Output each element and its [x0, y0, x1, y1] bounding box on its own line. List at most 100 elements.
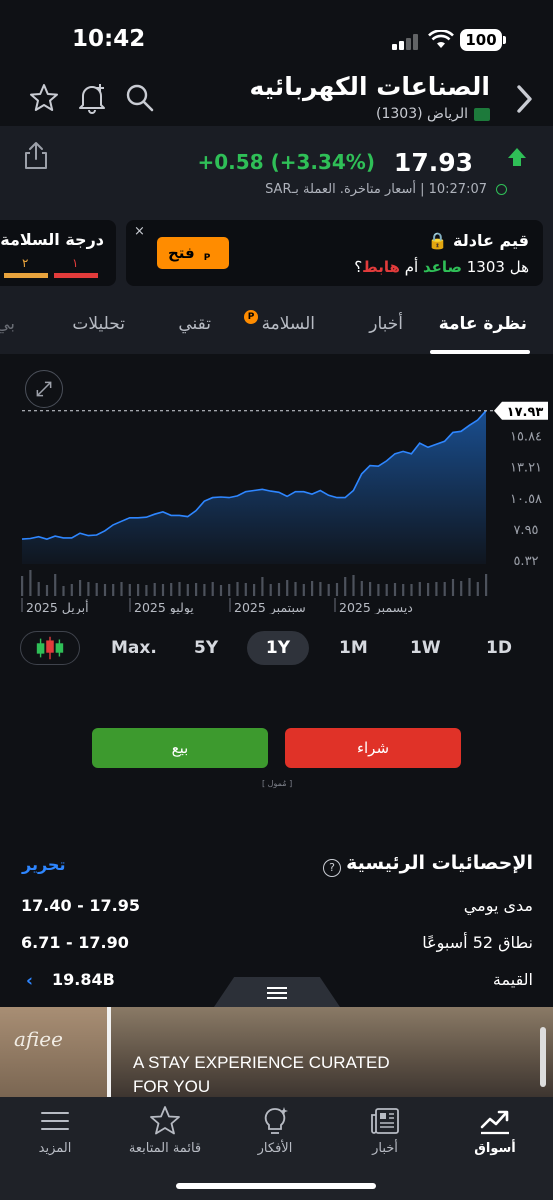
volume-bar: [360, 581, 363, 596]
edit-stats-link[interactable]: تحرير: [22, 855, 65, 874]
price-chart[interactable]: ١٥.٨٤ ١٣.٢١ ١٠.٥٨ ٧.٩٥ ٥.٣٢ أبريل 2025 يوليو …: [0, 354, 553, 616]
instrument-title: الصناعات الكهربائيه: [249, 72, 490, 101]
volume-bar: [335, 583, 339, 596]
tab-more[interactable]: بي: [0, 314, 15, 334]
quote-panel: +0.58 (+3.34%) 17.93 10:27:07 | أسعار مت…: [0, 126, 553, 214]
volume-bar: [178, 582, 181, 596]
safety-bar-orange: [4, 273, 48, 278]
safety-bar-red: [54, 273, 98, 278]
range-5y-button[interactable]: 5Y: [194, 638, 218, 658]
volume-bar: [294, 582, 297, 596]
chevron-right-icon[interactable]: [512, 82, 536, 116]
battery-tip: [503, 36, 506, 44]
volume-bar: [253, 584, 256, 596]
nav-markets[interactable]: أسواق: [440, 1097, 550, 1177]
sell-button[interactable]: بيع: [92, 728, 268, 768]
tab-safety[interactable]: السلامة: [262, 314, 315, 334]
volume-bar: [451, 579, 455, 596]
menu-icon: [41, 1112, 69, 1130]
fair-value-question: هل 1303 صاعد أم هابط؟: [354, 258, 529, 276]
safety-score-1: ١: [72, 256, 79, 270]
safety-score-2: ٢: [22, 256, 29, 270]
chevron-left-icon[interactable]: ‹: [26, 971, 33, 991]
volume-bar: [269, 584, 272, 596]
x-tick-label: أبريل 2025: [26, 599, 89, 614]
volume-bar: [352, 575, 355, 596]
buy-button[interactable]: شراء: [285, 728, 461, 768]
range-1m-button[interactable]: 1M: [339, 638, 368, 658]
open-fair-value-button[interactable]: فتح P: [157, 237, 229, 269]
volume-bar: [79, 580, 82, 596]
volume-bar: [153, 583, 156, 596]
open-button-label: فتح: [168, 244, 195, 262]
question-prefix: هل 1303: [466, 258, 529, 276]
search-icon[interactable]: [124, 82, 156, 114]
tab-overview[interactable]: نظرة عامة: [439, 314, 527, 334]
safety-card-title: درجة السلامة: [0, 230, 104, 249]
volume-bar: [228, 584, 231, 596]
tab-news[interactable]: أخبار: [369, 314, 403, 334]
ad-image-left: [0, 1007, 107, 1097]
nav-more-label: المزيد: [38, 1141, 72, 1156]
range-max-button[interactable]: Max.: [111, 638, 157, 658]
volume-bar: [161, 584, 165, 596]
volume-bar: [103, 584, 107, 596]
volume-bar: [236, 582, 239, 596]
y-tick-label: ١٣.٢١: [510, 461, 542, 476]
expand-chart-icon[interactable]: [25, 370, 63, 408]
tab-analysis[interactable]: تحليلات: [72, 314, 125, 334]
volume-bar: [145, 585, 148, 596]
fair-value-card[interactable]: × فتح P قيم عادلة 🔒 هل 1303 صاعد أم هابط…: [126, 220, 543, 286]
ad-headline-line-2: FOR YOU: [133, 1077, 211, 1096]
range-1y-button[interactable]: 1Y: [247, 631, 309, 665]
question-down-word: هابط: [362, 258, 400, 276]
volume-bar: [21, 576, 24, 596]
close-icon[interactable]: ×: [134, 224, 145, 239]
volume-bar: [211, 582, 214, 596]
status-time: 10:42: [72, 26, 146, 52]
star-icon: [150, 1106, 180, 1135]
volume-bar: [261, 577, 264, 596]
star-icon[interactable]: [28, 82, 60, 114]
nav-ideas[interactable]: الأفكار: [220, 1097, 330, 1177]
volume-bar: [29, 570, 32, 596]
volume-bar: [37, 582, 40, 596]
nav-more[interactable]: المزيد: [0, 1097, 110, 1177]
y-tick-label: ١٠.٥٨: [510, 492, 542, 507]
stat-market-value-label: القيمة: [492, 970, 533, 989]
stat-daily-range-value: 17.40 - 17.95: [21, 896, 140, 915]
range-1w-button[interactable]: 1W: [410, 638, 441, 658]
volume-bar: [244, 583, 247, 596]
tab-safety-pro-badge-icon: P: [244, 310, 258, 324]
nav-news[interactable]: أخبار: [330, 1097, 440, 1177]
quote-meta: 10:27:07 | أسعار متاخرة. العملة بـSAR: [265, 182, 487, 197]
question-suffix: ؟: [354, 258, 363, 276]
add-alert-icon[interactable]: [76, 82, 108, 114]
volume-bar: [485, 574, 488, 596]
volume-bar: [170, 583, 173, 596]
nav-news-label: أخبار: [372, 1141, 398, 1156]
price-up-arrow-icon: [508, 148, 526, 166]
nav-ideas-label: الأفكار: [257, 1141, 293, 1156]
key-stats-title: الإحصائيات الرئيسية: [346, 852, 533, 874]
ad-banner[interactable]: afiee A STAY EXPERIENCE CURATED FOR YOU: [0, 1007, 553, 1097]
volume-bar: [203, 584, 206, 596]
time-range-selector: Max. 5Y 1Y 1M 1W 1D: [0, 626, 553, 670]
fair-value-title: قيم عادلة 🔒: [428, 231, 529, 250]
help-icon[interactable]: ?: [323, 859, 341, 877]
candlestick-toggle-icon[interactable]: [20, 631, 80, 665]
exchange-label: الرياض (1303): [376, 106, 468, 122]
volume-bar: [327, 584, 330, 596]
range-1d-button[interactable]: 1D: [486, 638, 512, 658]
safety-score-card[interactable]: درجة السلامة ١ ٢: [0, 220, 116, 286]
ad-scrollbar: [540, 1027, 546, 1087]
y-tick-label: ٥.٣٢: [513, 554, 538, 569]
volume-bar: [385, 584, 388, 596]
chart-up-icon: [480, 1110, 509, 1135]
cellular-signal-icon: [392, 34, 420, 50]
nav-watchlist[interactable]: قائمة المتابعة: [110, 1097, 220, 1177]
volume-bar: [112, 584, 115, 596]
share-icon[interactable]: [22, 140, 50, 170]
tab-technical[interactable]: تقني: [178, 314, 211, 334]
volume-bar: [302, 584, 305, 596]
